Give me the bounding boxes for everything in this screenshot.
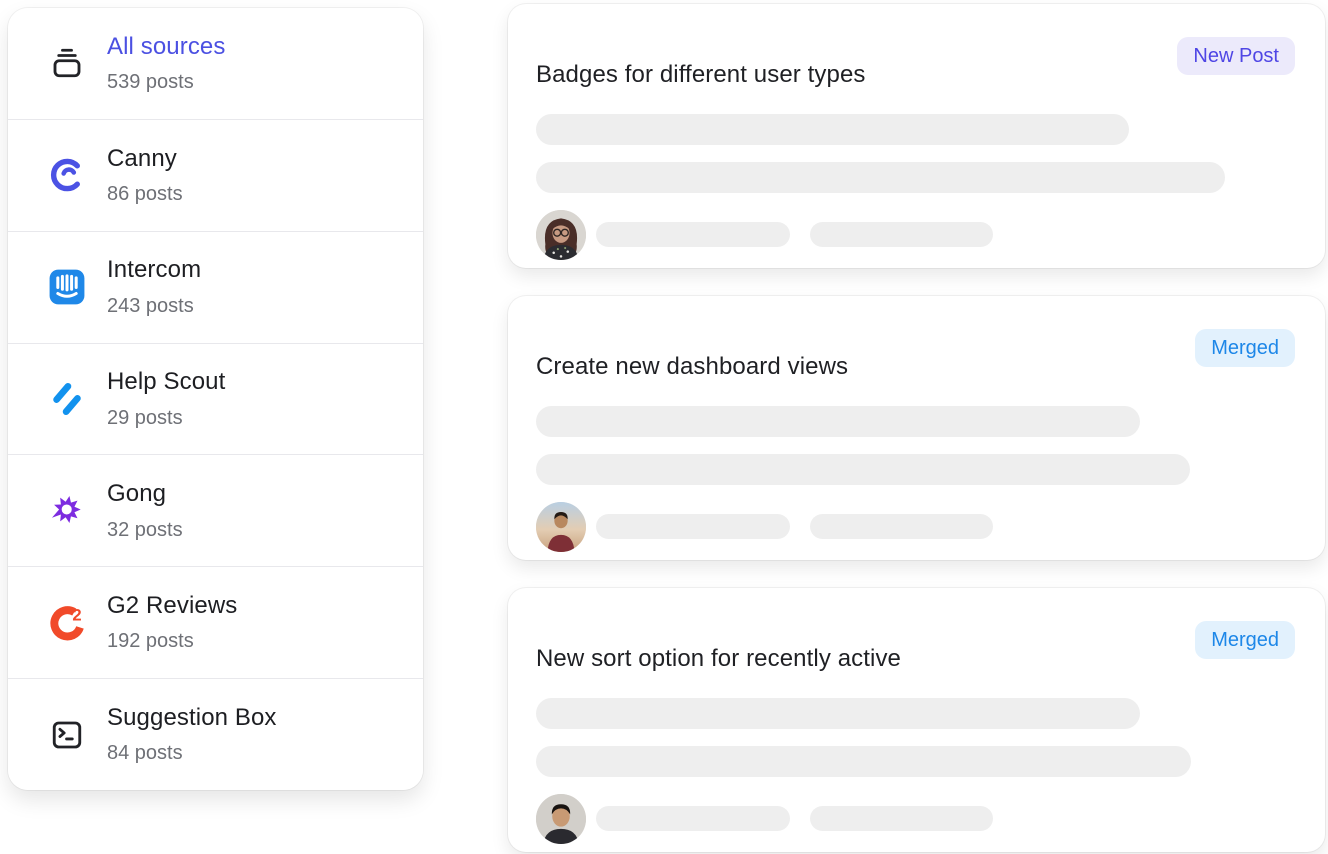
post-card[interactable]: Badges for different user types New Post xyxy=(508,4,1325,268)
skeleton-meta-bar xyxy=(596,514,790,539)
source-label: G2 Reviews xyxy=(107,593,237,619)
status-badge: New Post xyxy=(1177,37,1295,75)
avatar xyxy=(536,210,586,260)
skeleton-text-line xyxy=(536,454,1190,485)
skeleton-meta-bar xyxy=(596,806,790,831)
source-label: Gong xyxy=(107,481,183,507)
skeleton-meta-bar xyxy=(810,806,993,831)
source-count: 32 posts xyxy=(107,519,183,541)
gong-icon xyxy=(48,492,86,530)
helpscout-icon xyxy=(48,380,86,418)
g2-icon: 2 xyxy=(48,604,86,642)
source-count: 29 posts xyxy=(107,407,225,429)
source-label: All sources xyxy=(107,34,225,60)
sidebar-item-suggestion-box[interactable]: Suggestion Box 84 posts xyxy=(8,678,423,790)
source-label: Help Scout xyxy=(107,369,225,395)
skeleton-text-line xyxy=(536,406,1140,437)
skeleton-meta-bar xyxy=(810,514,993,539)
skeleton-text-line xyxy=(536,114,1129,145)
skeleton-meta-bar xyxy=(596,222,790,247)
source-label: Intercom xyxy=(107,257,201,283)
source-count: 539 posts xyxy=(107,71,225,93)
sidebar-item-help-scout[interactable]: Help Scout 29 posts xyxy=(8,343,423,455)
skeleton-text-line xyxy=(536,162,1225,193)
post-card[interactable]: Create new dashboard views Merged xyxy=(508,296,1325,560)
status-badge: Merged xyxy=(1195,621,1295,659)
sidebar-item-g2-reviews[interactable]: 2 G2 Reviews 192 posts xyxy=(8,566,423,678)
source-count: 192 posts xyxy=(107,630,237,652)
source-count: 243 posts xyxy=(107,295,201,317)
post-title: New sort option for recently active xyxy=(536,644,1295,674)
post-card[interactable]: New sort option for recently active Merg… xyxy=(508,588,1325,852)
all-sources-icon xyxy=(48,44,86,82)
canny-icon xyxy=(48,156,86,194)
skeleton-text-line xyxy=(536,698,1140,729)
source-label: Canny xyxy=(107,146,183,172)
sidebar-item-all-sources[interactable]: All sources 539 posts xyxy=(8,8,423,119)
sidebar-item-canny[interactable]: Canny 86 posts xyxy=(8,119,423,231)
sidebar-item-gong[interactable]: Gong 32 posts xyxy=(8,454,423,566)
source-count: 84 posts xyxy=(107,742,277,764)
sidebar-item-intercom[interactable]: Intercom 243 posts xyxy=(8,231,423,343)
suggestion-box-icon xyxy=(48,716,86,754)
skeleton-meta-bar xyxy=(810,222,993,247)
skeleton-text-line xyxy=(536,746,1191,777)
intercom-icon xyxy=(48,268,86,306)
avatar xyxy=(536,794,586,844)
post-title: Create new dashboard views xyxy=(536,352,1295,382)
sources-sidebar: All sources 539 posts Canny 86 posts xyxy=(8,8,423,790)
status-badge: Merged xyxy=(1195,329,1295,367)
source-label: Suggestion Box xyxy=(107,705,277,731)
source-count: 86 posts xyxy=(107,183,183,205)
svg-text:2: 2 xyxy=(72,605,81,624)
avatar xyxy=(536,502,586,552)
